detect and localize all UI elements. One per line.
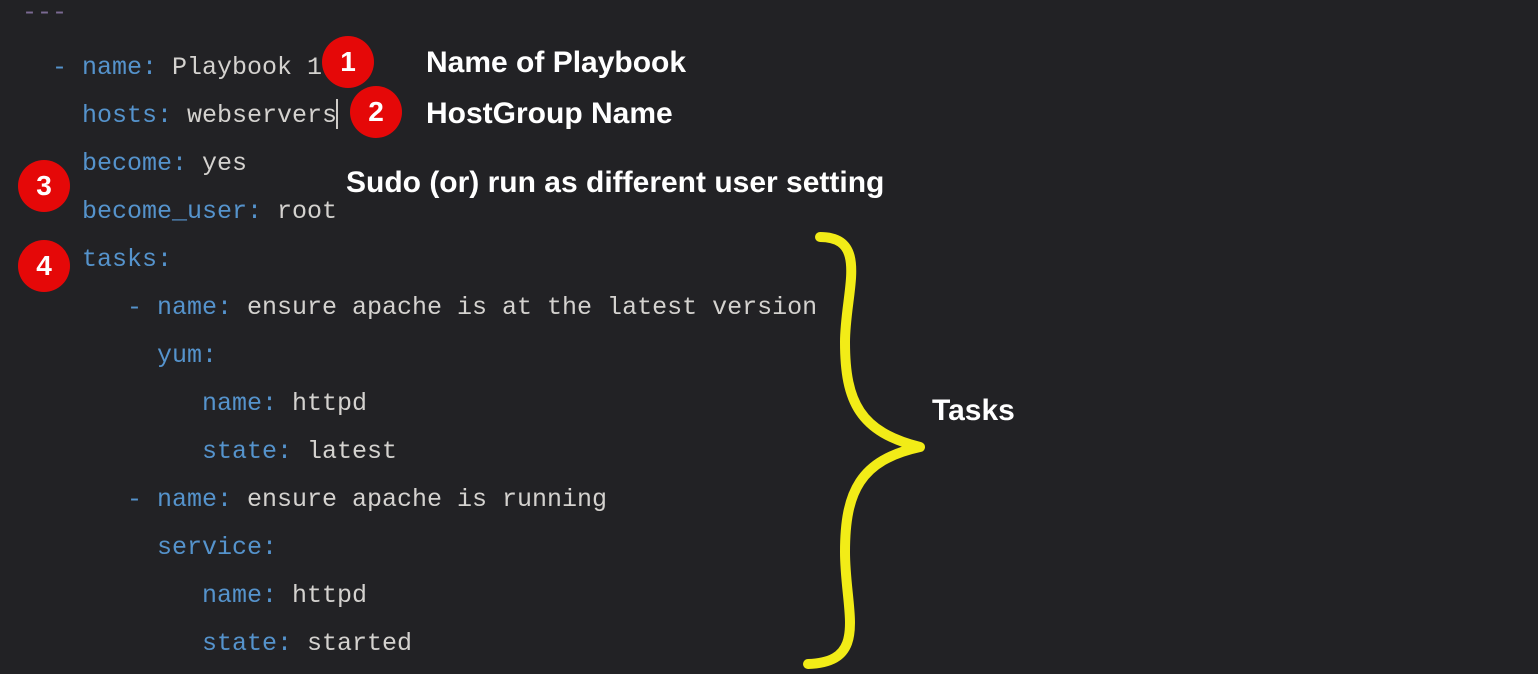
yaml-val-become: yes [187, 151, 247, 176]
yaml-key-become: become: [82, 151, 187, 176]
yaml-key-state: state: [202, 631, 292, 656]
yaml-doc-start: --- [22, 0, 67, 25]
annotation-badge-3: 3 [18, 160, 70, 212]
yaml-key-state: state: [202, 439, 292, 464]
yaml-key-service: service: [157, 535, 277, 560]
yaml-key-become-user: become_user: [82, 199, 262, 224]
yaml-val-task2-svc: httpd [277, 583, 367, 608]
yaml-key-name: name: [157, 295, 232, 320]
annotation-label-4: Tasks [932, 396, 1015, 426]
yaml-key-tasks: tasks: [82, 247, 172, 272]
yaml-key-name: name: [202, 583, 277, 608]
yaml-val-task1-name: ensure apache is at the latest version [232, 295, 817, 320]
yaml-dash: - [127, 487, 142, 512]
yaml-key-name: name: [82, 55, 157, 80]
annotation-label-1: Name of Playbook [426, 48, 686, 78]
annotation-badge-1: 1 [322, 36, 374, 88]
yaml-val-task2-state: started [292, 631, 412, 656]
yaml-key-yum: yum: [157, 343, 217, 368]
annotation-label-3: Sudo (or) run as different user setting [346, 168, 884, 198]
yaml-dash: - [127, 295, 142, 320]
yaml-val-playbook-name: Playbook 1 [157, 55, 322, 80]
yaml-key-name: name: [202, 391, 277, 416]
diagram-stage: --- - name: Playbook 1 hosts: webservers… [0, 0, 1538, 674]
brace-icon [790, 232, 940, 672]
yaml-val-task1-pkg: httpd [277, 391, 367, 416]
yaml-val-task1-state: latest [292, 439, 397, 464]
yaml-dash: - [52, 55, 67, 80]
yaml-key-name: name: [157, 487, 232, 512]
annotation-badge-2: 2 [350, 86, 402, 138]
yaml-key-hosts: hosts: [82, 103, 172, 128]
yaml-val-hosts: webservers [172, 103, 337, 128]
annotation-label-2: HostGroup Name [426, 99, 673, 129]
text-cursor [336, 99, 338, 129]
yaml-val-become-user: root [262, 199, 337, 224]
yaml-val-task2-name: ensure apache is running [232, 487, 607, 512]
annotation-badge-4: 4 [18, 240, 70, 292]
